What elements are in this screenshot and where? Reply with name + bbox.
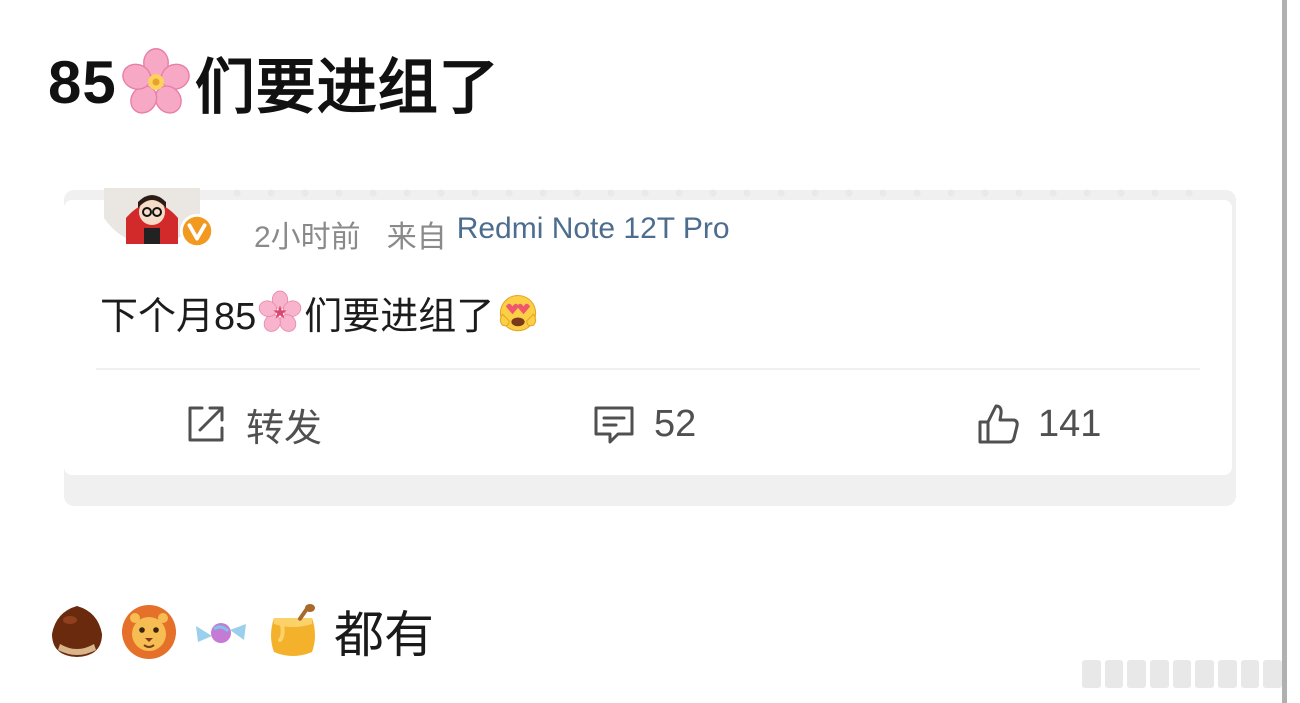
post-text-part1: 下个月85 xyxy=(100,295,257,338)
candy-icon xyxy=(196,623,246,643)
repost-icon xyxy=(188,406,224,442)
footer-line: 都有 xyxy=(46,598,434,664)
comment-icon xyxy=(594,406,634,444)
repost-label: 转发 xyxy=(246,407,323,450)
page-edge-bar xyxy=(1282,0,1287,703)
heart-eyes-icon xyxy=(500,294,537,332)
post-source: 来自 Redmi Note 12T Pro xyxy=(387,212,730,256)
watermark xyxy=(1082,660,1283,688)
lion-icon xyxy=(122,605,176,659)
post-meta: 2小时前 来自 Redmi Note 12T Pro xyxy=(254,212,730,256)
headline: 85 们要进组了 xyxy=(48,42,500,122)
honey-pot-icon xyxy=(271,604,315,656)
like-count: 141 xyxy=(1038,402,1102,445)
footer-text: 都有 xyxy=(334,607,434,663)
chestnut-icon xyxy=(52,606,102,657)
headline-text: 们要进组了 xyxy=(194,53,500,121)
comment-count: 52 xyxy=(654,402,697,445)
card-top-dots xyxy=(220,186,1220,200)
post-text: 下个月85 们要进组了 xyxy=(100,284,540,340)
post-time: 2小时前 xyxy=(254,221,361,254)
like-button[interactable]: 141 xyxy=(974,398,1101,450)
device-link[interactable]: Redmi Note 12T Pro xyxy=(457,212,730,256)
post-text-part2: 们要进组了 xyxy=(304,295,495,338)
repost-button[interactable]: 转发 xyxy=(182,398,322,450)
source-prefix: 来自 xyxy=(386,221,447,254)
comment-button[interactable]: 52 xyxy=(590,398,696,450)
cherry-blossom-icon xyxy=(121,48,190,114)
headline-prefix: 85 xyxy=(48,48,117,116)
thumbs-up-icon xyxy=(978,404,1019,444)
cherry-blossom-icon xyxy=(259,290,302,332)
card-divider xyxy=(96,368,1200,370)
verified-badge-icon xyxy=(179,213,215,249)
